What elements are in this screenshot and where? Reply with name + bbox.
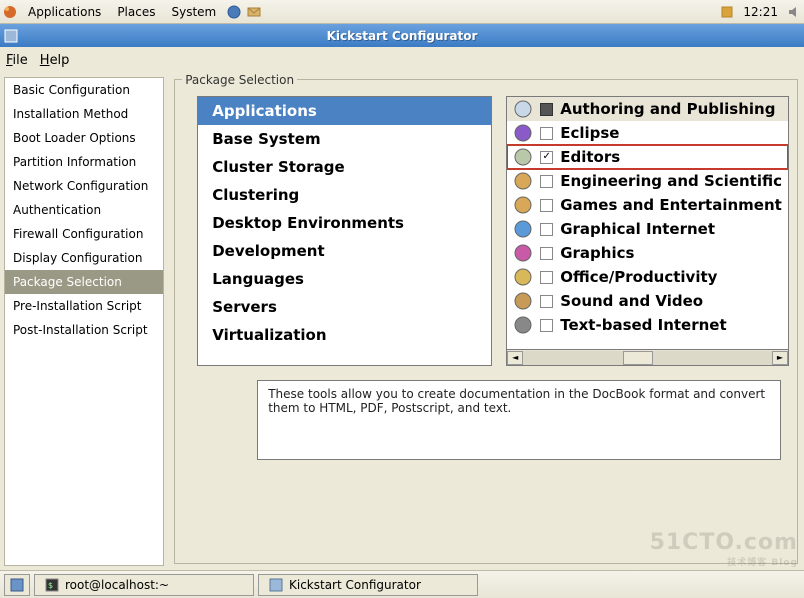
group-icon — [513, 315, 533, 335]
kickstart-icon — [269, 578, 283, 592]
group-icon — [513, 219, 533, 239]
right-panel: Package Selection ApplicationsBase Syste… — [164, 73, 804, 570]
group-label: Games and Entertainment — [560, 196, 782, 214]
sidebar-item[interactable]: Boot Loader Options — [5, 126, 163, 150]
group-item[interactable]: Sound and Video — [507, 289, 788, 313]
menu-places[interactable]: Places — [109, 5, 163, 19]
group-icon — [513, 291, 533, 311]
menubar: File Help — [0, 47, 804, 73]
scroll-track[interactable] — [523, 351, 772, 365]
group-item[interactable]: Text-based Internet — [507, 313, 788, 337]
group-icon — [513, 123, 533, 143]
group-scrollbar[interactable]: ◄ ► — [506, 350, 789, 366]
group-icon — [513, 99, 533, 119]
group-icon — [513, 243, 533, 263]
group-label: Authoring and Publishing — [560, 100, 775, 118]
sidebar-item[interactable]: Installation Method — [5, 102, 163, 126]
task-kickstart-label: Kickstart Configurator — [289, 578, 421, 592]
category-item[interactable]: Desktop Environments — [198, 209, 491, 237]
sidebar-item[interactable]: Pre-Installation Script — [5, 294, 163, 318]
category-item[interactable]: Base System — [198, 125, 491, 153]
task-terminal[interactable]: $ root@localhost:~ — [34, 574, 254, 596]
group-checkbox[interactable] — [540, 295, 553, 308]
group-label: Sound and Video — [560, 292, 703, 310]
group-icon — [513, 147, 533, 167]
gnome-top-panel: Applications Places System 12:21 — [0, 0, 804, 24]
menu-system[interactable]: System — [163, 5, 224, 19]
group-checkbox[interactable]: ✓ — [540, 151, 553, 164]
group-item[interactable]: Office/Productivity — [507, 265, 788, 289]
mail-icon[interactable] — [246, 4, 262, 20]
foot-icon — [2, 4, 18, 20]
group-checkbox[interactable] — [540, 247, 553, 260]
category-item[interactable]: Virtualization — [198, 321, 491, 349]
browser-icon[interactable] — [226, 4, 242, 20]
group-checkbox[interactable] — [540, 103, 553, 116]
clock[interactable]: 12:21 — [737, 5, 784, 19]
group-item[interactable]: Graphical Internet — [507, 217, 788, 241]
scroll-left-icon[interactable]: ◄ — [507, 351, 523, 365]
group-checkbox[interactable] — [540, 271, 553, 284]
menu-help[interactable]: Help — [40, 53, 70, 68]
sidebar-item[interactable]: Display Configuration — [5, 246, 163, 270]
menu-applications[interactable]: Applications — [20, 5, 109, 19]
group-icon — [513, 171, 533, 191]
group-item[interactable]: Engineering and Scientific — [507, 169, 788, 193]
group-checkbox[interactable] — [540, 199, 553, 212]
scroll-right-icon[interactable]: ► — [772, 351, 788, 365]
sidebar-item[interactable]: Authentication — [5, 198, 163, 222]
group-checkbox[interactable] — [540, 223, 553, 236]
show-desktop-button[interactable] — [4, 574, 30, 596]
group-item[interactable]: ✓ Editors — [507, 145, 788, 169]
group-icon — [513, 267, 533, 287]
group-icon — [513, 195, 533, 215]
category-item[interactable]: Cluster Storage — [198, 153, 491, 181]
section-sidebar: Basic ConfigurationInstallation MethodBo… — [4, 77, 164, 566]
sidebar-item[interactable]: Partition Information — [5, 150, 163, 174]
group-label: Text-based Internet — [560, 316, 726, 334]
task-terminal-label: root@localhost:~ — [65, 578, 169, 592]
group-label: Editors — [560, 148, 620, 166]
group-item[interactable]: Eclipse — [507, 121, 788, 145]
sidebar-item[interactable]: Network Configuration — [5, 174, 163, 198]
group-item[interactable]: Graphics — [507, 241, 788, 265]
category-item[interactable]: Clustering — [198, 181, 491, 209]
update-icon[interactable] — [719, 4, 735, 20]
category-list[interactable]: ApplicationsBase SystemCluster StorageCl… — [197, 96, 492, 366]
category-item[interactable]: Servers — [198, 293, 491, 321]
scroll-thumb[interactable] — [623, 351, 653, 365]
group-label: Graphics — [560, 244, 634, 262]
group-label: Eclipse — [560, 124, 619, 142]
sidebar-item[interactable]: Package Selection — [5, 270, 163, 294]
terminal-icon: $ — [45, 578, 59, 592]
category-item[interactable]: Development — [198, 237, 491, 265]
description-box: These tools allow you to create document… — [257, 380, 781, 460]
volume-icon[interactable] — [786, 4, 802, 20]
gnome-bottom-panel: $ root@localhost:~ Kickstart Configurato… — [0, 570, 804, 598]
window-title: Kickstart Configurator — [327, 29, 478, 43]
category-item[interactable]: Languages — [198, 265, 491, 293]
section-title: Package Selection — [182, 73, 297, 87]
svg-text:$: $ — [48, 581, 53, 590]
group-item[interactable]: Games and Entertainment — [507, 193, 788, 217]
category-item[interactable]: Applications — [198, 97, 491, 125]
app-icon — [4, 29, 18, 43]
group-list[interactable]: Authoring and Publishing Eclipse ✓ Editors E… — [506, 96, 789, 350]
group-label: Engineering and Scientific — [560, 172, 782, 190]
group-label: Office/Productivity — [560, 268, 717, 286]
task-kickstart[interactable]: Kickstart Configurator — [258, 574, 478, 596]
sidebar-item[interactable]: Basic Configuration — [5, 78, 163, 102]
sidebar-item[interactable]: Post-Installation Script — [5, 318, 163, 342]
menu-file[interactable]: File — [6, 53, 28, 68]
group-checkbox[interactable] — [540, 127, 553, 140]
group-checkbox[interactable] — [540, 175, 553, 188]
group-checkbox[interactable] — [540, 319, 553, 332]
sidebar-item[interactable]: Firewall Configuration — [5, 222, 163, 246]
main-area: Basic ConfigurationInstallation MethodBo… — [0, 73, 804, 570]
group-header[interactable]: Authoring and Publishing — [507, 97, 788, 121]
group-label: Graphical Internet — [560, 220, 715, 238]
window-titlebar[interactable]: Kickstart Configurator — [0, 24, 804, 47]
